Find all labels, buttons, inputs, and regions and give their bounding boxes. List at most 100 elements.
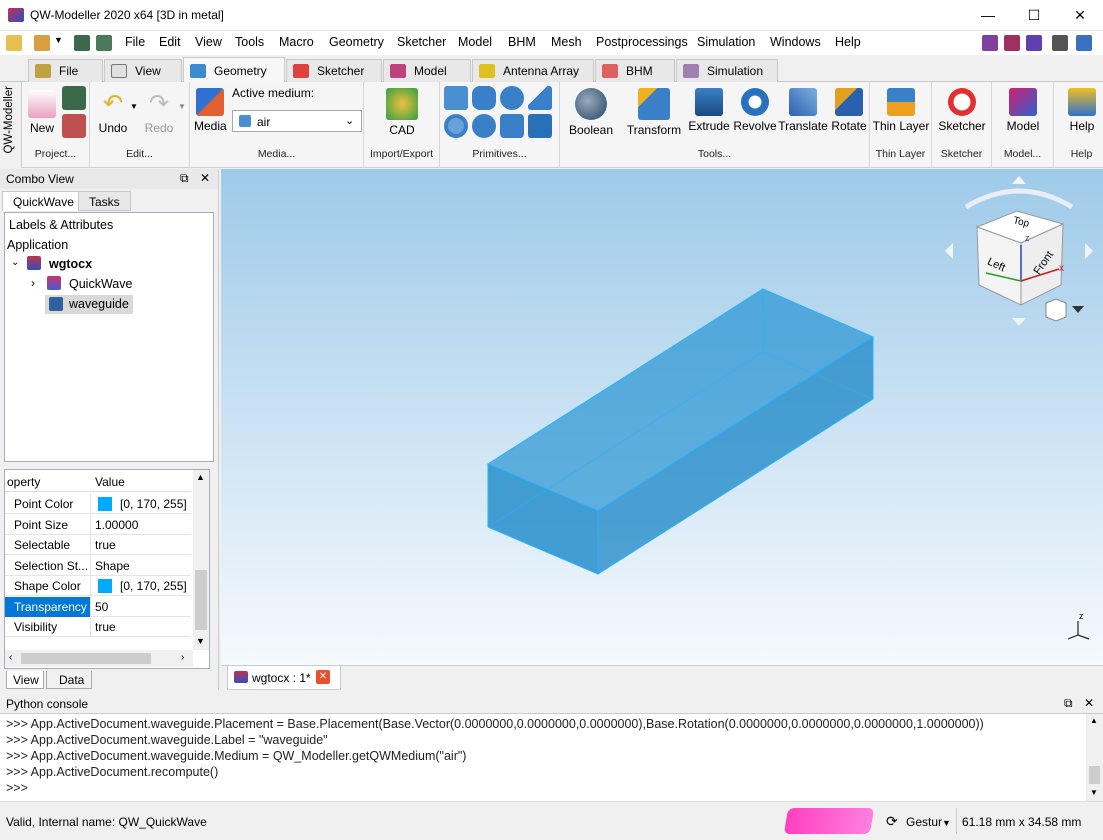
chevron-down-icon[interactable]: ▼ — [130, 102, 138, 111]
property-value[interactable]: Shape — [95, 559, 130, 573]
chevron-down-icon[interactable]: ▼ — [54, 35, 63, 45]
translate-button[interactable]: Translate — [778, 88, 828, 133]
sketcher-button[interactable]: Sketcher — [936, 88, 988, 133]
wedge-icon[interactable] — [528, 114, 552, 138]
tab-geometry[interactable]: Geometry — [183, 57, 285, 83]
menu-bhm[interactable]: BHM — [508, 35, 536, 49]
cone-icon[interactable] — [528, 86, 552, 110]
console-output[interactable]: >>> App.ActiveDocument.waveguide.Placeme… — [0, 713, 1103, 802]
sphere-icon[interactable] — [500, 86, 524, 110]
menu-sketcher[interactable]: Sketcher — [397, 35, 446, 49]
torus-icon[interactable] — [444, 114, 468, 138]
menu-postprocessings[interactable]: Postprocessings — [596, 35, 688, 49]
property-row[interactable]: Selection St... Shape — [5, 555, 191, 576]
close-icon[interactable]: ✕ — [1084, 696, 1094, 710]
property-value[interactable]: [0, 170, 255] — [95, 497, 187, 511]
open-icon[interactable] — [34, 35, 50, 51]
menu-simulation[interactable]: Simulation — [697, 35, 755, 49]
menu-geometry[interactable]: Geometry — [329, 35, 384, 49]
tree-item-quickwave[interactable]: QuickWave — [69, 277, 132, 291]
redo-button[interactable]: ↷ Redo — [142, 90, 176, 135]
transform-button[interactable]: Transform — [626, 88, 682, 137]
active-medium-select[interactable]: air ⌄ — [232, 110, 362, 132]
float-icon[interactable]: ⧉ — [1064, 696, 1073, 711]
chevron-left-icon[interactable]: ‹ — [9, 652, 12, 663]
property-value[interactable]: true — [95, 620, 116, 634]
maximize-button[interactable]: ☐ — [1011, 0, 1057, 30]
menu-model[interactable]: Model — [458, 35, 492, 49]
new-button[interactable]: New — [28, 90, 56, 135]
tab-tasks[interactable]: Tasks — [78, 191, 131, 211]
tab-bhm[interactable]: BHM — [595, 59, 675, 82]
boolean-button[interactable]: Boolean — [568, 88, 614, 137]
scrollbar-thumb[interactable] — [1089, 766, 1100, 784]
thin-layer-button[interactable]: Thin Layer — [872, 88, 930, 133]
save-icon[interactable] — [74, 35, 90, 51]
menu-help[interactable]: Help — [835, 35, 861, 49]
menu-windows[interactable]: Windows — [770, 35, 821, 49]
property-value[interactable]: true — [95, 538, 116, 552]
navigation-style-button[interactable]: Gestur▼ — [906, 815, 951, 829]
menu-tools[interactable]: Tools — [235, 35, 264, 49]
new-doc-icon[interactable] — [6, 35, 22, 51]
save-image-icon[interactable] — [62, 114, 86, 138]
menu-view[interactable]: View — [195, 35, 222, 49]
property-row[interactable]: Transparency 50 — [5, 596, 191, 617]
property-row[interactable]: Visibility true — [5, 617, 191, 637]
scrollbar-thumb[interactable] — [195, 570, 207, 630]
console-scrollbar[interactable]: ▲ ▼ — [1086, 714, 1103, 802]
menu-mesh[interactable]: Mesh — [551, 35, 582, 49]
menu-edit[interactable]: Edit — [159, 35, 181, 49]
horizontal-scrollbar[interactable]: ‹ › — [5, 650, 193, 667]
chevron-down-icon[interactable]: ▼ — [178, 102, 186, 111]
media-button[interactable]: Media — [194, 88, 227, 133]
tab-simulation[interactable]: Simulation — [676, 59, 778, 82]
qw-icon-1[interactable] — [982, 35, 998, 51]
tab-view-props[interactable]: View — [6, 671, 44, 689]
save-icon[interactable] — [62, 86, 86, 110]
box-icon[interactable] — [444, 86, 468, 110]
chevron-up-icon[interactable]: ▲ — [196, 472, 205, 482]
tree-item-wgtocx[interactable]: wgtocx — [49, 257, 92, 271]
chevron-down-icon[interactable]: ⌄ — [11, 257, 19, 268]
property-row[interactable]: Shape Color [0, 170, 255] — [5, 576, 191, 596]
rotate-button[interactable]: Rotate — [828, 88, 870, 133]
property-value[interactable]: 1.00000 — [95, 518, 138, 532]
property-row[interactable]: Point Color [0, 170, 255] — [5, 494, 191, 514]
close-button[interactable]: ✕ — [1057, 0, 1103, 30]
property-row[interactable]: Point Size 1.00000 — [5, 514, 191, 535]
vertical-scrollbar[interactable]: ▲ ▼ — [193, 470, 209, 650]
chevron-right-icon[interactable]: › — [181, 652, 184, 663]
chevron-right-icon[interactable]: › — [31, 276, 35, 290]
help-pointer-icon[interactable] — [1076, 35, 1092, 51]
model-button[interactable]: Model — [998, 88, 1048, 133]
tube-icon[interactable] — [500, 114, 524, 138]
3d-viewport[interactable]: Top Left Front x z z — [221, 169, 1103, 665]
float-icon[interactable]: ⧉ — [180, 171, 189, 186]
waveguide-shape[interactable] — [486, 288, 875, 575]
tab-file[interactable]: File — [28, 59, 103, 82]
ellipsoid-icon[interactable] — [472, 114, 496, 138]
chevron-down-icon[interactable]: ▼ — [1090, 788, 1098, 797]
menu-macro[interactable]: Macro — [279, 35, 314, 49]
tab-view[interactable]: View — [104, 59, 182, 82]
www-icon[interactable] — [1052, 35, 1068, 51]
save-as-icon[interactable] — [96, 35, 112, 51]
cad-button[interactable]: CAD — [384, 88, 420, 137]
close-icon[interactable]: ✕ — [200, 171, 210, 185]
doc-tab-wgtocx[interactable]: wgtocx : 1* ✕ — [227, 666, 341, 690]
menu-file[interactable]: File — [125, 35, 145, 49]
tab-sketcher[interactable]: Sketcher — [286, 59, 382, 82]
qw-icon-3[interactable] — [1026, 35, 1042, 51]
qw-icon-2[interactable] — [1004, 35, 1020, 51]
revolve-button[interactable]: Revolve — [732, 88, 778, 133]
tab-antenna-array[interactable]: Antenna Array — [472, 59, 594, 82]
help-button[interactable]: Help — [1064, 88, 1100, 133]
tab-data-props[interactable]: Data — [46, 671, 92, 689]
tab-quickwave[interactable]: QuickWave — [2, 191, 85, 211]
tab-model[interactable]: Model — [383, 59, 471, 82]
close-icon[interactable]: ✕ — [316, 670, 330, 684]
extrude-button[interactable]: Extrude — [686, 88, 732, 133]
view-menu-cube[interactable] — [1045, 298, 1084, 322]
scrollbar-thumb[interactable] — [21, 653, 151, 664]
